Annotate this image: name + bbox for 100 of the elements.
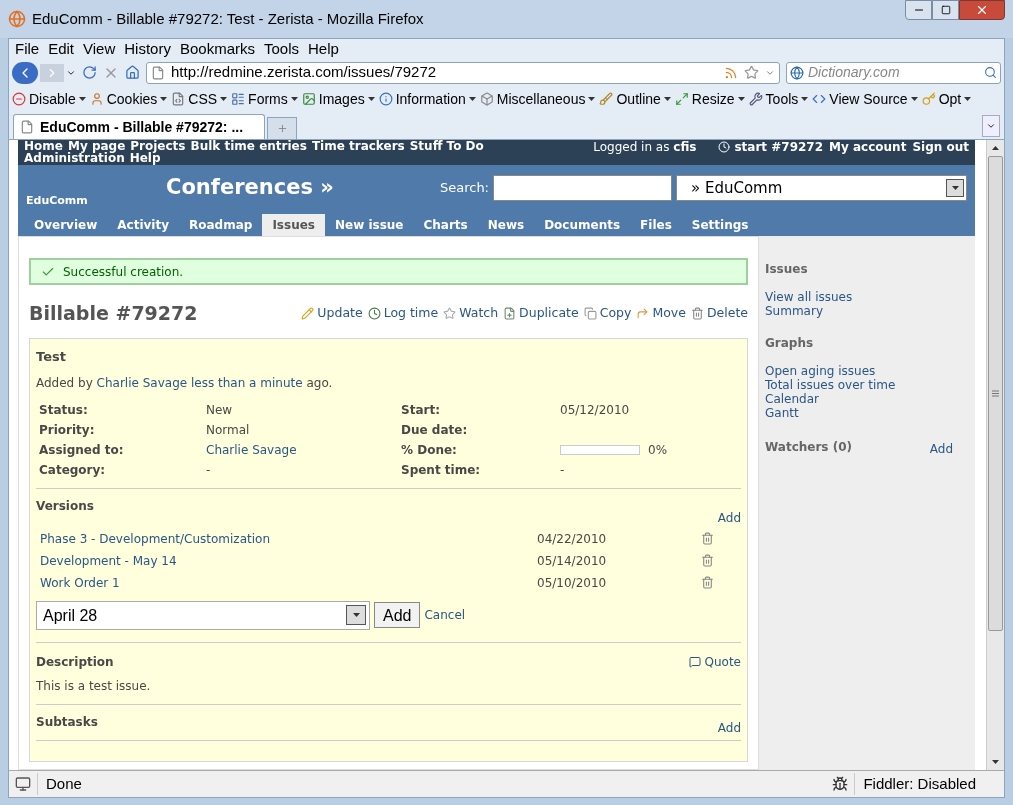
project-tab[interactable]: Files [630, 214, 682, 236]
issue-action-link[interactable]: Copy [583, 303, 632, 323]
scrollbar[interactable] [986, 140, 1004, 770]
issue-action-link[interactable]: Delete [690, 303, 748, 323]
attribute-label: Assigned to: [39, 442, 125, 458]
bookmark-star-icon[interactable] [744, 65, 759, 80]
project-tab[interactable]: Documents [534, 214, 631, 236]
pencil-icon [301, 306, 315, 320]
sidebar-link[interactable]: Calendar [765, 392, 969, 406]
toolbar-item[interactable]: Opt [921, 88, 972, 110]
sidebar-link[interactable]: Summary [765, 304, 969, 318]
issue-action-link[interactable]: Move [636, 303, 686, 323]
home-icon[interactable] [125, 65, 140, 80]
url-field[interactable]: http://redmine.zerista.com/issues/79272 [146, 61, 780, 84]
add-subtask-link[interactable]: Add [717, 720, 741, 736]
issue-action-link[interactable]: Update [301, 303, 363, 323]
assignee-link[interactable]: Charlie Savage [206, 442, 297, 458]
sidebar-link[interactable]: View all issues [765, 290, 969, 304]
menu-item[interactable]: Tools [264, 37, 299, 61]
toolbar-item[interactable]: CSS [171, 88, 228, 110]
project-tab[interactable]: New issue [324, 214, 414, 236]
expand-icon [674, 92, 689, 106]
age-link[interactable]: less than a minute [191, 375, 303, 390]
top-menu-link[interactable]: Time trackers [311, 140, 405, 152]
toolbar-item[interactable]: View Source [812, 88, 918, 110]
attribute-value: 05/12/2010 [560, 402, 630, 418]
toolbar-item[interactable]: Information [378, 88, 476, 110]
project-tab[interactable]: Activity [107, 214, 179, 236]
toolbar-item[interactable]: Miscellaneous [479, 88, 596, 110]
toolbar-item[interactable]: Forms [231, 88, 298, 110]
version-link[interactable]: Development - May 14 [40, 553, 537, 569]
issue-action-link[interactable]: Duplicate [503, 303, 579, 323]
top-menu-link[interactable]: Stuff To Do [409, 140, 484, 152]
project-search-field[interactable] [493, 175, 672, 201]
timer-link[interactable]: start #79272 [718, 141, 824, 153]
project-tab[interactable]: Overview [24, 214, 108, 236]
page-icon [20, 120, 34, 134]
project-tab[interactable]: Charts [413, 214, 478, 236]
sidebar-link[interactable]: Open aging issues [765, 364, 969, 378]
project-tab[interactable]: Roadmap [179, 214, 263, 236]
scrollbar-thumb[interactable] [988, 156, 1003, 631]
toolbar-item[interactable]: Images [301, 88, 375, 110]
sidebar-link[interactable]: Gantt [765, 406, 969, 420]
project-tab[interactable]: Issues [262, 214, 325, 236]
top-menu-link[interactable]: Help [129, 152, 161, 164]
trash-icon[interactable] [701, 531, 714, 545]
project-tab[interactable]: News [477, 214, 535, 236]
back-button[interactable] [12, 61, 38, 84]
top-menu-link[interactable]: Home [24, 140, 63, 152]
feed-icon[interactable] [724, 65, 738, 80]
menu-item[interactable]: View [83, 37, 116, 61]
up-arrow-icon [992, 146, 999, 150]
menu-item[interactable]: Bookmarks [179, 37, 255, 61]
account-link[interactable]: My account [829, 141, 907, 153]
menu-item[interactable]: History [124, 37, 171, 61]
top-menu-link[interactable]: Bulk time entries [190, 140, 307, 152]
trash-icon[interactable] [701, 553, 714, 567]
caret-icon [910, 97, 918, 101]
project-jump-select[interactable]: » EduComm [676, 175, 967, 201]
new-tab-button[interactable] [267, 117, 297, 139]
toolbar-item[interactable]: Outline [599, 88, 671, 110]
menu-item[interactable]: Help [308, 37, 339, 61]
issue-title: Billable #79272 [29, 301, 198, 326]
search-icon[interactable] [984, 66, 997, 79]
top-menu-link[interactable]: My page [67, 140, 126, 152]
version-select[interactable]: April 28 [36, 600, 370, 630]
toolbar-item[interactable]: Resize [674, 88, 745, 110]
reload-icon[interactable] [82, 65, 97, 80]
trash-icon[interactable] [701, 575, 714, 589]
maximize-button[interactable] [932, 0, 959, 20]
search-engine-icon[interactable] [790, 65, 804, 80]
add-version-link[interactable]: Add [717, 510, 741, 526]
window-title: EduComm - Billable #79272: Test - Zerista - Mozilla Firefox [32, 8, 425, 29]
toolbar-item[interactable]: Tools [748, 88, 809, 110]
project-tab[interactable]: Settings [681, 214, 759, 236]
issue-action-link[interactable]: Log time [367, 303, 439, 323]
toolbar-item[interactable]: Cookies [89, 88, 168, 110]
issue-action-link[interactable]: Watch [443, 303, 499, 323]
minimize-button[interactable] [905, 0, 932, 20]
cube-icon [479, 92, 494, 106]
quote-link[interactable]: Quote [688, 654, 741, 670]
caret-icon [78, 97, 86, 101]
search-field[interactable]: Dictionary.com [786, 61, 1001, 84]
cancel-link[interactable]: Cancel [424, 607, 466, 623]
add-button[interactable]: Add [374, 602, 421, 628]
code-icon [812, 92, 827, 106]
menu-item[interactable]: File [15, 37, 40, 61]
browser-tab[interactable]: EduComm - Billable #79272: ... [13, 114, 265, 139]
tab-list-button[interactable] [982, 115, 1000, 137]
version-link[interactable]: Phase 3 - Development/Customization [40, 531, 537, 547]
author-link[interactable]: Charlie Savage [96, 375, 188, 390]
toolbar-item[interactable]: Disable [12, 88, 86, 110]
account-link[interactable]: Sign out [912, 141, 969, 153]
close-button[interactable] [959, 0, 1005, 20]
version-link[interactable]: Work Order 1 [40, 575, 537, 591]
top-menu-link[interactable]: Projects [130, 140, 186, 152]
sidebar-link[interactable]: Total issues over time [765, 378, 969, 392]
add-watcher-link[interactable]: Add [929, 440, 953, 458]
top-menu-link[interactable]: Administration [24, 152, 125, 164]
menu-item[interactable]: Edit [48, 37, 75, 61]
